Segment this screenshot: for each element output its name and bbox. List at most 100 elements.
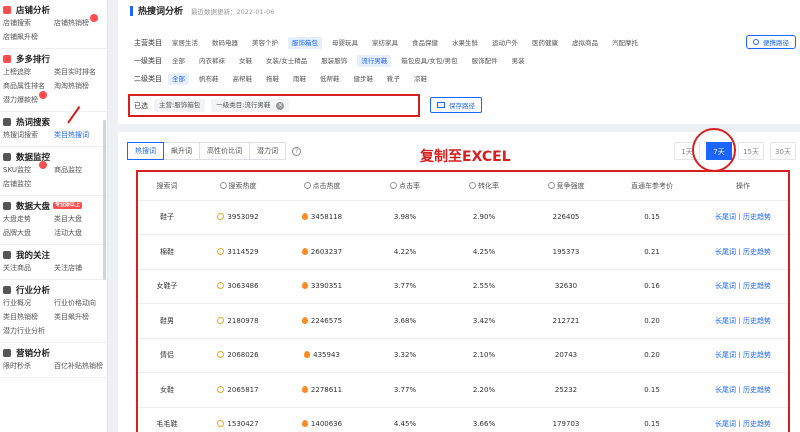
action-links[interactable]: 长尾词丨历史趋势 [715,351,771,359]
info-icon[interactable] [303,181,311,189]
sidebar-item[interactable]: 店铺热销榜 [54,14,108,30]
category-option[interactable]: 全部 [168,55,189,67]
category-option[interactable]: 服饰配件 [468,55,502,67]
sidebar-item[interactable]: 类目飙升榜 [54,310,108,324]
remove-chip-icon[interactable]: × [276,101,285,110]
sidebar-item[interactable]: 类目大盘 [54,212,108,226]
sidebar-section-header[interactable]: 营销分析 [0,346,107,359]
sidebar-item[interactable]: 关注商品 [3,261,54,275]
info-icon[interactable] [469,181,476,189]
info-icon[interactable] [547,181,555,189]
action-cell[interactable]: 长尾词丨历史趋势 [694,200,788,235]
category-option[interactable]: 虚拟商品 [568,37,602,49]
sidebar-scrollbar[interactable] [103,120,106,280]
category-option[interactable]: 运动户外 [488,37,522,49]
action-links[interactable]: 长尾词丨历史趋势 [715,213,771,221]
category-option[interactable]: 低帮鞋 [316,73,344,85]
sidebar-item[interactable]: 行业价格动向 [54,296,108,310]
sidebar-item[interactable]: 限时秒杀 [3,359,54,373]
sidebar-item-label: 限时秒杀 [3,362,31,370]
value-cell: 0.21 [610,234,694,270]
category-option[interactable]: 箱包皮具/女包/男包 [397,55,461,67]
info-icon[interactable] [390,181,397,189]
page-header: 热搜词分析 最近数据更新：2022-01-06 [130,4,274,17]
sidebar-item[interactable]: SKU监控 [3,161,54,177]
sidebar-item[interactable]: 淘淘热销榜 [54,79,108,93]
selected-chip-level1: 一级类目:流行男鞋 × [211,99,290,112]
category-option[interactable]: 食品保健 [408,37,442,49]
action-cell[interactable]: 长尾词丨历史趋势 [694,303,788,339]
category-option[interactable]: 服饰箱包 [288,37,322,49]
category-option[interactable]: 服装服饰 [317,55,351,67]
save-path-button[interactable]: 保存路径 [430,97,482,113]
sidebar-item[interactable]: 类目实时排名 [54,65,108,79]
sidebar-section-header[interactable]: 行业分析 [0,283,107,296]
category-option[interactable]: 女装/女士精品 [262,55,311,67]
category-option[interactable]: 高帮鞋 [229,73,257,85]
category-option[interactable]: 男装 [508,55,529,67]
sidebar-section-header[interactable]: 数据监控 [0,150,107,163]
category-option[interactable]: 靴子 [383,73,404,85]
action-cell[interactable]: 长尾词丨历史趋势 [694,407,788,432]
sidebar-item[interactable]: 上榜追踪 [3,65,54,79]
action-links[interactable]: 长尾词丨历史趋势 [715,386,771,394]
sidebar-item[interactable]: 店铺飙升榜 [3,30,54,44]
day-15[interactable]: 15天 [738,142,764,160]
sidebar-section-header[interactable]: 我的关注 [0,248,107,261]
tab-potential[interactable]: 潜力词 [249,142,286,160]
sidebar-section-header[interactable]: 热词搜索 [0,115,107,128]
shortcut-path-button[interactable]: 便携路径 [746,35,796,49]
sidebar-item[interactable]: 热搜词搜索 [3,128,54,142]
category-option[interactable]: 帆布鞋 [195,73,223,85]
sidebar-item[interactable]: 店铺监控 [3,177,54,191]
sidebar-item[interactable]: 类目热搜词 [54,128,108,142]
flame-icon [301,213,308,221]
category-option[interactable]: 美容个护 [248,37,282,49]
action-cell[interactable]: 长尾词丨历史趋势 [694,234,788,270]
sidebar-item[interactable]: 店铺搜索 [3,16,54,30]
category-option[interactable]: 家纺家具 [368,37,402,49]
sidebar-section-header[interactable]: 数据大盘 专业版以上 [0,199,107,212]
category-option[interactable]: 母婴玩具 [328,37,362,49]
day-30[interactable]: 30天 [770,142,796,160]
action-links[interactable]: 长尾词丨历史趋势 [715,248,771,256]
sidebar-item-label: 大盘走势 [3,215,31,223]
sidebar-item[interactable]: 大盘走势 [3,212,54,226]
value-cell: 435943 [280,338,364,373]
category-option[interactable]: 流行男鞋 [357,55,392,67]
category-option[interactable]: 全部 [168,73,189,85]
info-icon[interactable] [219,181,227,189]
category-option[interactable]: 雨鞋 [289,73,310,85]
action-links[interactable]: 长尾词丨历史趋势 [715,282,771,290]
tab-value[interactable]: 高性价比词 [199,142,250,160]
action-links[interactable]: 长尾词丨历史趋势 [715,420,771,428]
sidebar-item[interactable]: 商品监控 [54,163,108,177]
category-option[interactable]: 数码电器 [208,37,242,49]
tab-hot[interactable]: 热搜词 [127,142,164,160]
category-option[interactable]: 医药健康 [528,37,562,49]
action-cell[interactable]: 长尾词丨历史趋势 [694,372,788,408]
tab-rising[interactable]: 飙升词 [163,142,200,160]
category-option[interactable]: 汽配摩托 [608,37,642,49]
category-option[interactable]: 水果生鲜 [448,37,482,49]
sidebar-item[interactable]: 行业概况 [3,296,54,310]
sidebar-item[interactable]: 品牌大盘 [3,226,54,240]
action-links[interactable]: 长尾词丨历史趋势 [715,317,771,325]
sidebar-item[interactable]: 潜力行业分析 [3,324,54,338]
category-option[interactable]: 拖鞋 [262,73,283,85]
sidebar-item[interactable]: 百亿补贴热销榜 [54,359,108,373]
help-icon[interactable]: ? [292,146,301,156]
sidebar-section-header[interactable]: 多多排行 [0,52,107,65]
category-option[interactable]: 家居生活 [168,37,202,49]
category-option[interactable]: 凉鞋 [410,73,431,85]
sidebar-item[interactable]: 潜力爆款榜 [3,91,54,107]
category-option[interactable]: 内衣裤袜 [195,55,229,67]
sidebar-item[interactable]: 商品属性排名 [3,79,54,93]
sidebar-item[interactable]: 关注店铺 [54,261,108,275]
category-option[interactable]: 女鞋 [235,55,256,67]
action-cell[interactable]: 长尾词丨历史趋势 [694,338,788,373]
action-cell[interactable]: 长尾词丨历史趋势 [694,269,788,304]
category-option[interactable]: 健步鞋 [350,73,378,85]
sidebar-item[interactable]: 活动大盘 [54,226,108,240]
sidebar-item[interactable]: 类目热销榜 [3,310,54,324]
